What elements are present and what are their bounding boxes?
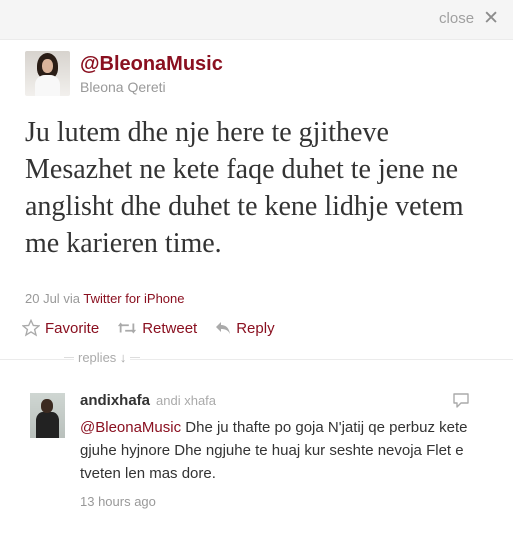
- tweet-actions: Favorite Retweet Reply: [22, 319, 293, 337]
- tweet-date[interactable]: 20 Jul: [25, 291, 60, 306]
- top-bar: close ✕: [0, 0, 513, 40]
- author-avatar[interactable]: [25, 51, 70, 96]
- close-icon: ✕: [483, 8, 499, 29]
- reply-mention-link[interactable]: @BleonaMusic: [80, 419, 181, 436]
- favorite-button[interactable]: Favorite: [22, 319, 99, 337]
- via-prefix: via: [63, 291, 80, 306]
- reply-timestamp[interactable]: 13 hours ago: [80, 494, 156, 509]
- reply-real-name: andi xhafa: [156, 393, 217, 408]
- speech-bubble-icon[interactable]: [452, 392, 470, 415]
- reply-button[interactable]: Reply: [215, 319, 275, 337]
- retweet-icon: [118, 322, 137, 334]
- author-screen-name[interactable]: @BleonaMusic: [80, 53, 223, 76]
- star-icon: [22, 319, 40, 337]
- favorite-label: Favorite: [45, 319, 100, 337]
- reply-label: Reply: [236, 319, 275, 337]
- reply-avatar[interactable]: [30, 393, 65, 438]
- author-real-name: Bleona Qereti: [80, 79, 166, 95]
- tweet-meta: 20 Jul via Twitter for iPhone: [25, 291, 185, 306]
- reply-text: @BleonaMusic Dhe ju thafte po goja N'jat…: [80, 416, 500, 485]
- retweet-button[interactable]: Retweet: [117, 320, 197, 337]
- via-source-link[interactable]: Twitter for iPhone: [83, 291, 184, 306]
- reply-arrow-icon: [216, 322, 231, 334]
- close-button[interactable]: close ✕: [439, 9, 499, 28]
- retweet-label: Retweet: [142, 319, 198, 337]
- reply-screen-name[interactable]: andixhafa: [80, 392, 150, 409]
- close-label: close: [439, 10, 475, 27]
- tweet-text: Ju lutem dhe nje here te gjitheve Mesazh…: [25, 117, 464, 259]
- replies-label: replies ↓: [74, 350, 131, 365]
- replies-toggle[interactable]: replies ↓: [64, 350, 141, 365]
- reply-user: andixhafa andi xhafa: [80, 392, 216, 409]
